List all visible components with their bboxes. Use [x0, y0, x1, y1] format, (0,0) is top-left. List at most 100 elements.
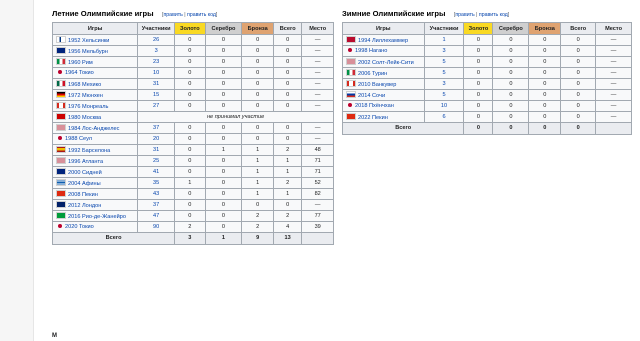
participants-link[interactable]: 37 — [153, 202, 159, 208]
games-link[interactable]: 1952 Хельсинки — [68, 38, 109, 44]
participants-cell: 1 — [423, 34, 465, 46]
bronze-cell: 0 — [528, 34, 562, 46]
games-link[interactable]: 1956 Мельбурн — [68, 49, 108, 55]
games-cell: 2020 Токио — [51, 221, 139, 233]
flag-icon — [58, 69, 62, 74]
participants-link[interactable]: 43 — [153, 191, 159, 197]
flag-icon — [346, 57, 356, 65]
bronze-cell: 0 — [241, 133, 274, 145]
games-cell: 1984 Лос-Анджелес — [51, 122, 139, 134]
place-cell: 39 — [301, 221, 334, 233]
total-bronze: 0 — [528, 122, 562, 135]
flag-icon — [56, 167, 66, 175]
games-link[interactable]: 1984 Лос-Анджелес — [68, 126, 119, 132]
silver-cell: 0 — [492, 34, 530, 46]
total-gold: 0 — [463, 122, 494, 135]
place-cell: — — [301, 34, 334, 46]
games-link[interactable]: 1968 Мехико — [68, 82, 101, 88]
winter-edit-code-link[interactable]: править код — [479, 12, 508, 18]
table-row: 1964 Токио 10 0 0 0 0— — [51, 67, 334, 79]
games-link[interactable]: 2006 Турин — [358, 71, 387, 77]
total-cell: 0 — [560, 111, 597, 123]
participants-link[interactable]: 41 — [153, 169, 159, 175]
participants-link[interactable]: 10 — [153, 70, 159, 76]
silver-cell: 0 — [204, 122, 243, 134]
games-link[interactable]: 2000 Сидней — [68, 170, 102, 176]
participants-link[interactable]: 47 — [153, 213, 159, 219]
participants-link[interactable]: 27 — [153, 103, 159, 109]
silver-cell: 0 — [204, 221, 243, 233]
summer-edit-link[interactable]: править — [163, 12, 182, 18]
participants-link[interactable]: 25 — [153, 158, 159, 164]
participants-link[interactable]: 31 — [153, 147, 159, 153]
participants-link[interactable]: 6 — [442, 114, 445, 120]
participants-cell: 15 — [137, 89, 176, 101]
games-link[interactable]: 1998 Нагано — [355, 48, 387, 54]
participants-link[interactable]: 5 — [442, 59, 445, 65]
participants-link[interactable]: 1 — [442, 37, 445, 43]
flag-icon — [56, 101, 66, 109]
games-link[interactable]: 1992 Барселона — [68, 148, 110, 154]
winter-edit-link[interactable]: править — [455, 12, 474, 18]
games-link[interactable]: 1976 Монреаль — [68, 104, 108, 110]
games-link[interactable]: 2002 Солт-Лейк-Сити — [358, 60, 414, 66]
games-cell: 1952 Хельсинки — [51, 34, 139, 46]
games-link[interactable]: 2016 Рио-де-Жанейро — [68, 214, 126, 220]
total-row: Всего 3 1 9 13 — [51, 232, 334, 245]
games-link[interactable]: 1972 Мюнхен — [68, 93, 103, 99]
silver-cell: 0 — [492, 56, 530, 68]
bronze-cell: 0 — [528, 89, 562, 101]
games-link[interactable]: 2012 Лондон — [68, 203, 101, 209]
bronze-cell: 0 — [241, 45, 274, 57]
place-cell: — — [301, 56, 334, 68]
bronze-cell: 0 — [241, 78, 274, 90]
participants-link[interactable]: 31 — [153, 81, 159, 87]
games-cell: 1972 Мюнхен — [51, 89, 139, 101]
table-row: 1998 Нагано 3 0 0 0 0— — [342, 45, 632, 57]
table-row: 1994 Лиллехаммер 1 0 0 0 0— — [342, 34, 632, 46]
participants-link[interactable]: 3 — [442, 48, 445, 54]
gold-cell: 0 — [463, 45, 494, 57]
participants-link[interactable]: 90 — [153, 224, 159, 230]
participants-link[interactable]: 23 — [153, 59, 159, 65]
games-link[interactable]: 2004 Афины — [68, 181, 101, 187]
column-header-place: Место — [301, 22, 334, 35]
place-cell: — — [301, 67, 334, 79]
silver-cell: 0 — [204, 56, 243, 68]
participants-link[interactable]: 3 — [442, 81, 445, 87]
games-link[interactable]: 1996 Атланта — [68, 159, 103, 165]
participants-link[interactable]: 26 — [153, 37, 159, 43]
games-link[interactable]: 2020 Токио — [65, 224, 94, 230]
games-link[interactable]: 1964 Токио — [65, 70, 94, 76]
games-link[interactable]: 2018 Пхёнчхан — [355, 103, 394, 109]
games-link[interactable]: 1960 Рим — [68, 60, 93, 66]
participants-link[interactable]: 10 — [441, 103, 447, 109]
participants-link[interactable]: 5 — [442, 92, 445, 98]
participants-link[interactable]: 37 — [153, 125, 159, 131]
games-link[interactable]: 2008 Пекин — [68, 192, 98, 198]
table-row: 2012 Лондон 37 0 0 0 0— — [51, 199, 334, 211]
participants-link[interactable]: 5 — [442, 70, 445, 76]
participants-cell: 90 — [137, 221, 176, 233]
games-cell: 2008 Пекин — [51, 188, 139, 200]
games-link[interactable]: 2022 Пекин — [358, 115, 388, 121]
total-cell: 0 — [272, 199, 303, 211]
participants-link[interactable]: 15 — [153, 92, 159, 98]
games-link[interactable]: 1994 Лиллехаммер — [358, 38, 408, 44]
games-link[interactable]: 2010 Ванкувер — [358, 82, 396, 88]
games-link[interactable]: 1980 Москва — [68, 115, 101, 121]
silver-cell: 0 — [492, 67, 530, 79]
participants-cell: 47 — [137, 210, 176, 222]
games-link[interactable]: 2014 Сочи — [358, 93, 385, 99]
bronze-cell: 2 — [241, 210, 274, 222]
summer-edit-code-link[interactable]: править код — [187, 12, 216, 18]
table-row: 1992 Барселона 31 0 1 1 2 48 — [51, 144, 334, 156]
bronze-cell: 0 — [241, 34, 274, 46]
participants-cell: 5 — [423, 56, 465, 68]
games-link[interactable]: 1988 Сеул — [65, 136, 92, 142]
participants-link[interactable]: 3 — [155, 48, 158, 54]
participants-link[interactable]: 20 — [153, 136, 159, 142]
total-cell: 0 — [272, 100, 303, 112]
participants-link[interactable]: 35 — [153, 180, 159, 186]
gold-cell: 0 — [174, 155, 206, 167]
